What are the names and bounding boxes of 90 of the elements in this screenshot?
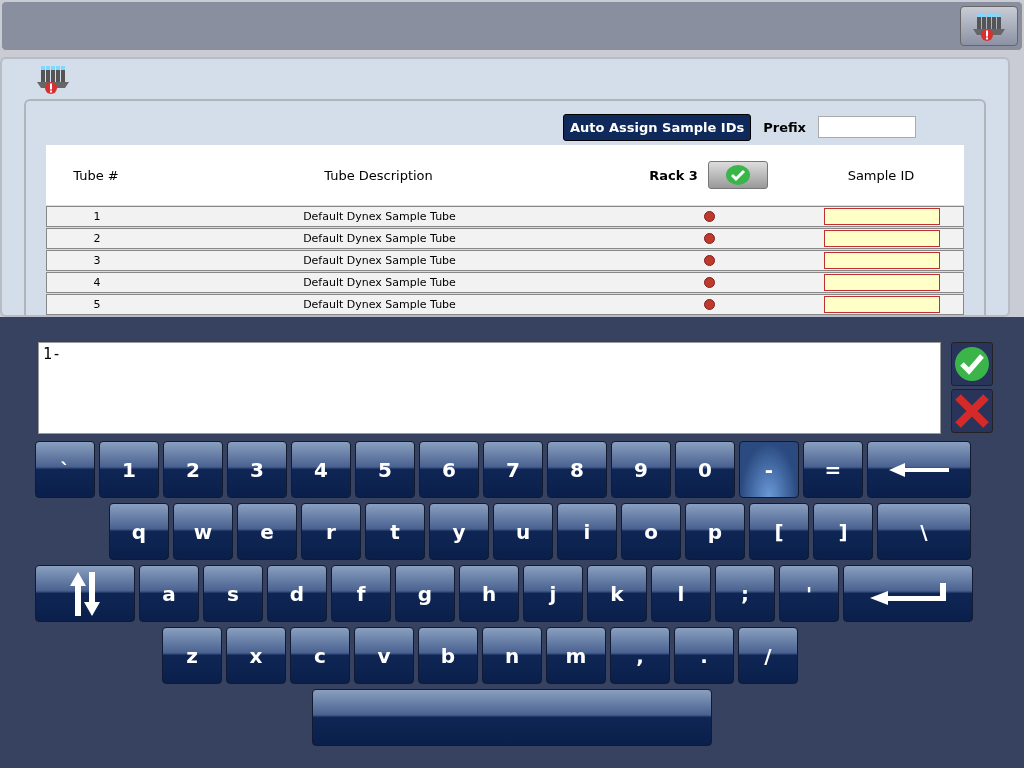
prefix-label: Prefix: [763, 119, 806, 135]
key[interactable]: t: [365, 503, 425, 560]
column-header: Tube #: [72, 167, 120, 183]
enter-key[interactable]: [843, 565, 973, 622]
tube-number: 4: [92, 276, 102, 289]
key[interactable]: ': [779, 565, 839, 622]
tube-rack-icon: [970, 11, 1008, 41]
key[interactable]: .: [674, 627, 734, 684]
key[interactable]: z: [162, 627, 222, 684]
key[interactable]: v: [354, 627, 414, 684]
prefix-field[interactable]: [818, 116, 916, 138]
up-down-arrows-icon: [70, 571, 100, 616]
key[interactable]: ;: [715, 565, 775, 622]
accept-button[interactable]: [951, 342, 993, 386]
sample-id-field[interactable]: [824, 208, 940, 225]
key[interactable]: m: [546, 627, 606, 684]
key[interactable]: 9: [611, 441, 671, 498]
key[interactable]: f: [331, 565, 391, 622]
check-icon: [954, 346, 990, 382]
key[interactable]: o: [621, 503, 681, 560]
key[interactable]: 6: [419, 441, 479, 498]
key[interactable]: 0: [675, 441, 735, 498]
key[interactable]: x: [226, 627, 286, 684]
tube-description: Default Dynex Sample Tube: [302, 276, 457, 289]
key[interactable]: k: [587, 565, 647, 622]
column-header: Sample ID: [846, 167, 916, 183]
key[interactable]: [: [749, 503, 809, 560]
table-row[interactable]: 1 Default Dynex Sample Tube: [46, 206, 964, 227]
key[interactable]: p: [685, 503, 745, 560]
table-row[interactable]: 3 Default Dynex Sample Tube: [46, 250, 964, 271]
key[interactable]: s: [203, 565, 263, 622]
text-input-field[interactable]: 1-: [38, 342, 941, 434]
rack-alert-button[interactable]: [960, 6, 1018, 46]
tube-number: 2: [92, 232, 102, 245]
tube-description: Default Dynex Sample Tube: [302, 254, 457, 267]
tube-number: 3: [92, 254, 102, 267]
tube-number: 1: [92, 210, 102, 223]
key[interactable]: e: [237, 503, 297, 560]
key[interactable]: h: [459, 565, 519, 622]
column-header: Tube Description: [323, 167, 434, 183]
key[interactable]: l: [651, 565, 711, 622]
key[interactable]: 5: [355, 441, 415, 498]
sample-id-field[interactable]: [824, 274, 940, 291]
key[interactable]: 4: [291, 441, 351, 498]
key[interactable]: =: [803, 441, 863, 498]
key[interactable]: c: [290, 627, 350, 684]
key[interactable]: n: [482, 627, 542, 684]
tube-description: Default Dynex Sample Tube: [302, 210, 457, 223]
sample-id-field[interactable]: [824, 230, 940, 247]
key[interactable]: b: [418, 627, 478, 684]
close-icon: [954, 393, 990, 429]
space-key[interactable]: [312, 689, 712, 746]
key[interactable]: i: [557, 503, 617, 560]
key[interactable]: 8: [547, 441, 607, 498]
tube-rack-icon: [34, 64, 72, 94]
sample-id-field[interactable]: [824, 252, 940, 269]
key[interactable]: j: [523, 565, 583, 622]
shift-key[interactable]: [35, 565, 135, 622]
key[interactable]: a: [139, 565, 199, 622]
enter-arrow-icon: [870, 582, 946, 605]
backspace-key[interactable]: [867, 441, 971, 498]
tube-description: Default Dynex Sample Tube: [302, 298, 457, 311]
key[interactable]: y: [429, 503, 489, 560]
sample-id-field[interactable]: [824, 296, 940, 313]
key[interactable]: 1: [99, 441, 159, 498]
key[interactable]: \: [877, 503, 971, 560]
key[interactable]: g: [395, 565, 455, 622]
key[interactable]: /: [738, 627, 798, 684]
table-row[interactable]: 5 Default Dynex Sample Tube: [46, 294, 964, 315]
key[interactable]: `: [35, 441, 95, 498]
key[interactable]: w: [173, 503, 233, 560]
left-arrow-icon: [889, 462, 949, 477]
table-row[interactable]: 4 Default Dynex Sample Tube: [46, 272, 964, 293]
key[interactable]: 2: [163, 441, 223, 498]
key[interactable]: ]: [813, 503, 873, 560]
key[interactable]: d: [267, 565, 327, 622]
key[interactable]: 3: [227, 441, 287, 498]
key[interactable]: q: [109, 503, 169, 560]
key[interactable]: r: [301, 503, 361, 560]
key[interactable]: ,: [610, 627, 670, 684]
check-icon: [725, 165, 750, 185]
tube-description: Default Dynex Sample Tube: [302, 232, 457, 245]
table-row[interactable]: 2 Default Dynex Sample Tube: [46, 228, 964, 249]
key[interactable]: u: [493, 503, 553, 560]
auto-assign-button[interactable]: Auto Assign Sample IDs: [563, 113, 752, 141]
confirm-rack-button[interactable]: [707, 161, 768, 189]
key[interactable]: -: [739, 441, 799, 498]
tube-number: 5: [92, 298, 102, 311]
rack-label: Rack 3: [649, 167, 698, 183]
key[interactable]: 7: [483, 441, 543, 498]
